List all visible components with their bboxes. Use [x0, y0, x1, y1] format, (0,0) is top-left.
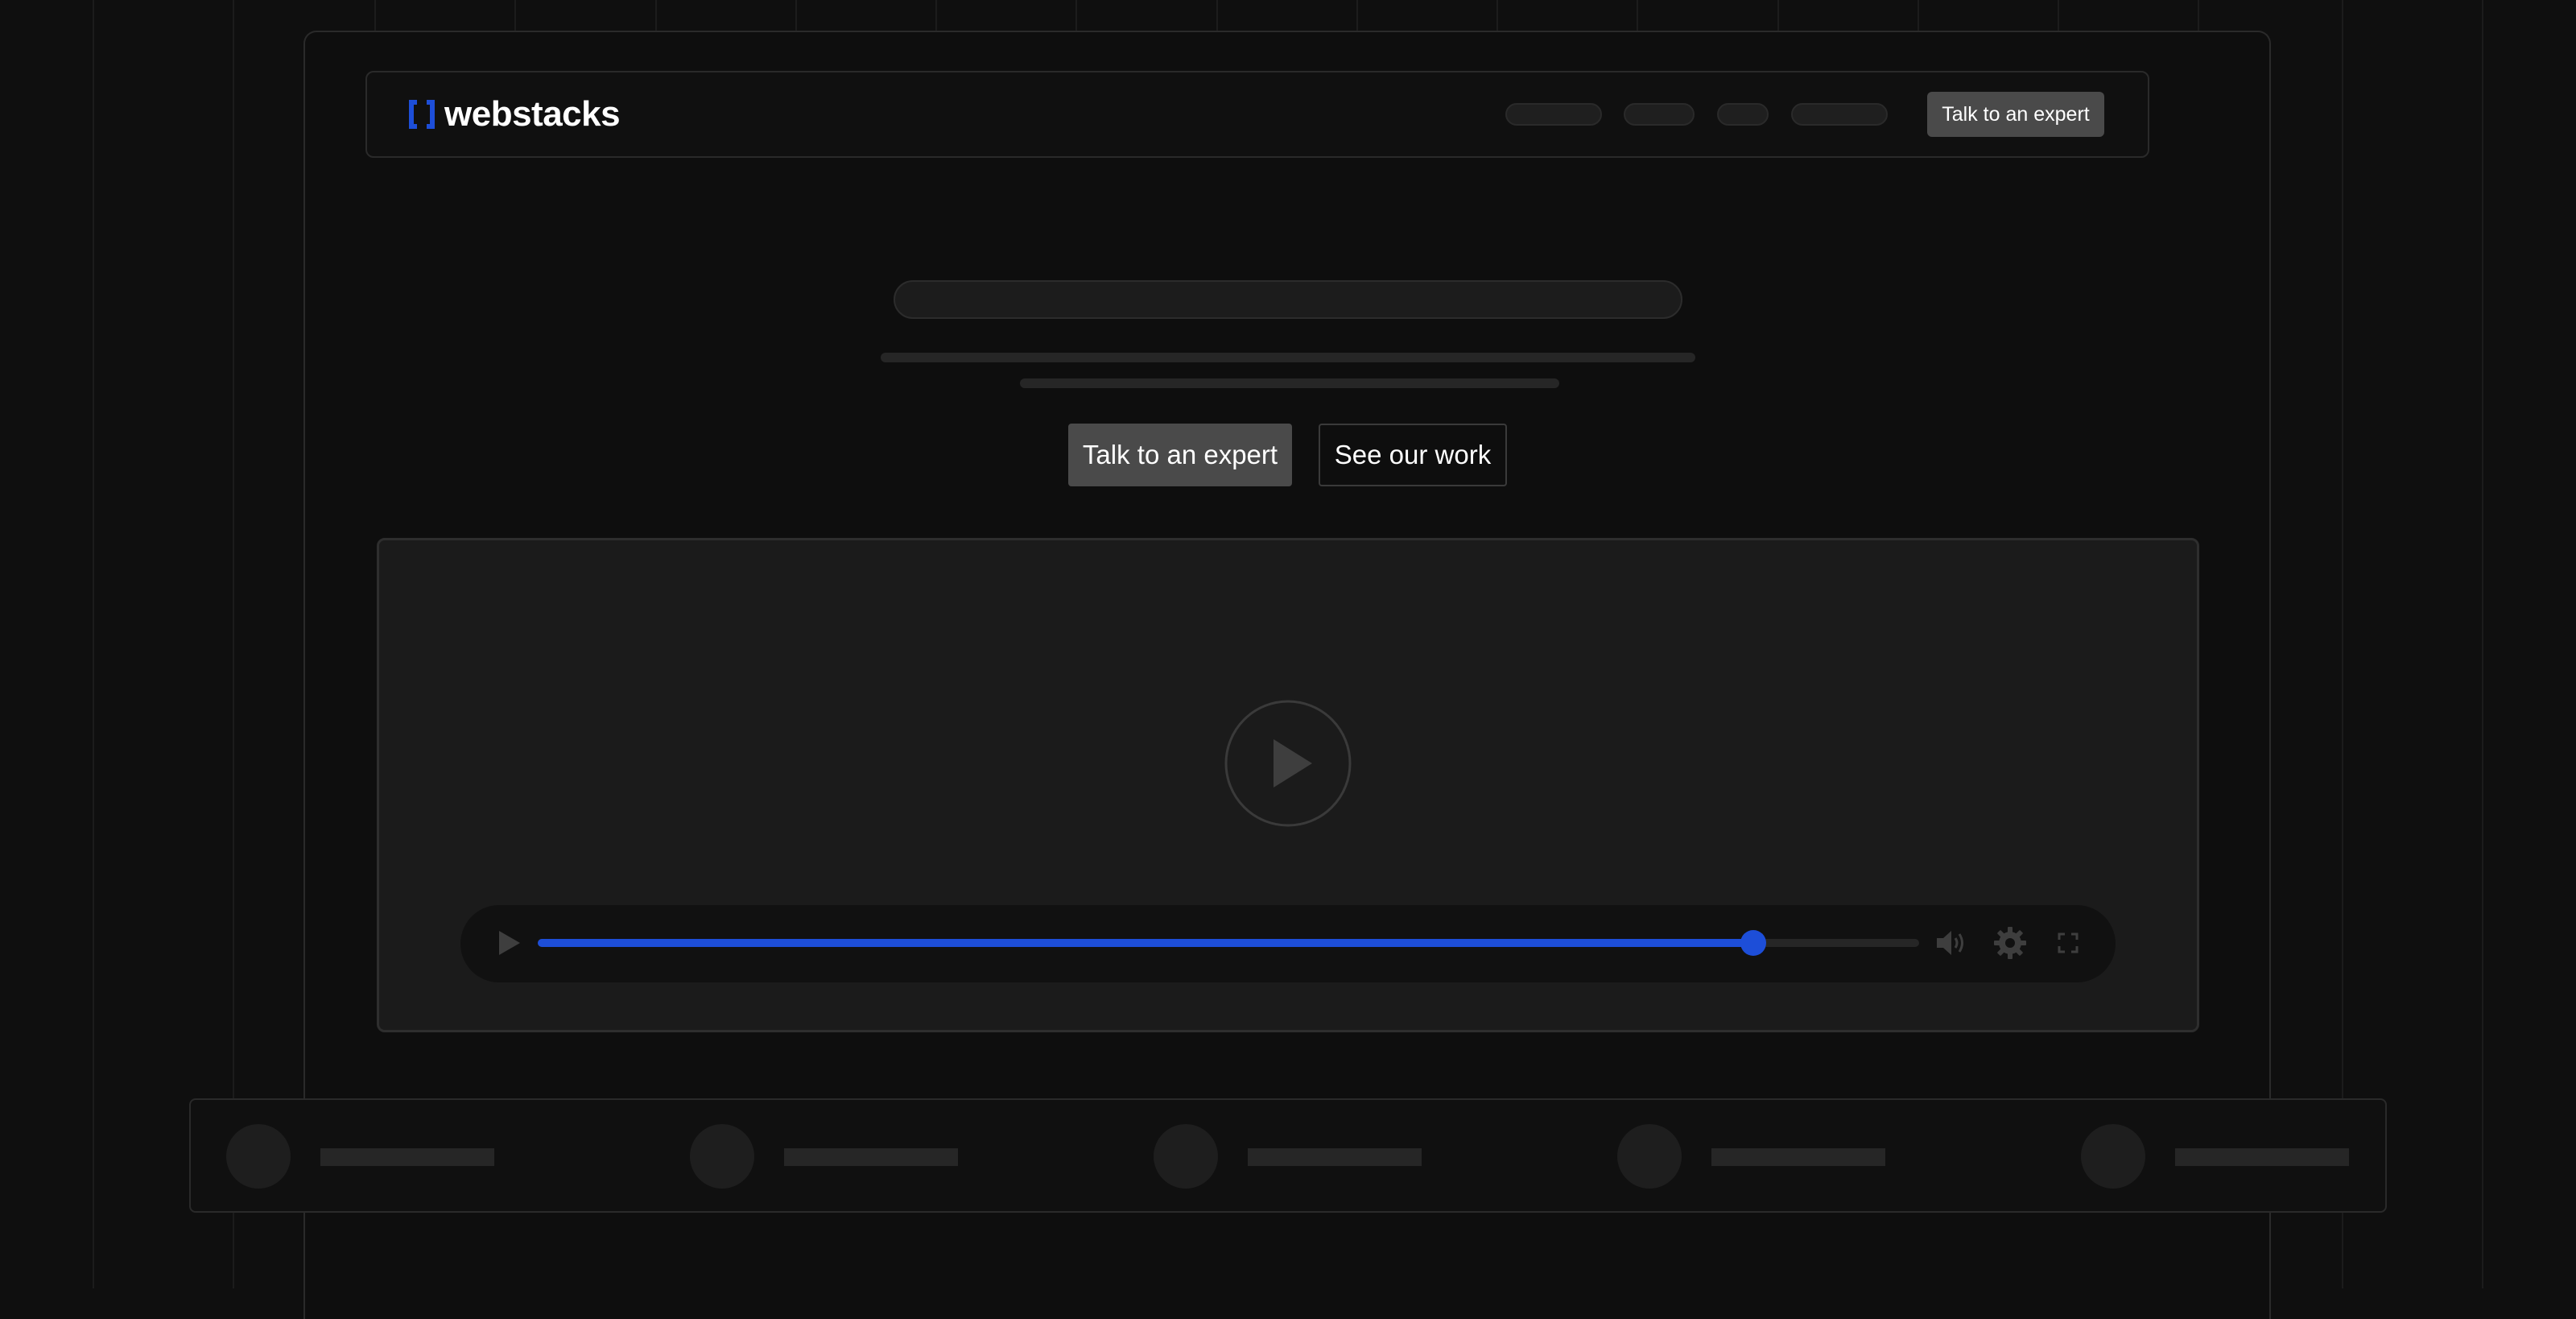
- progress-thumb[interactable]: [1740, 930, 1766, 956]
- progress-fill: [538, 939, 1753, 947]
- bracket-logo-icon: [409, 100, 435, 129]
- nav-talk-to-expert-button[interactable]: Talk to an expert: [1927, 92, 2104, 137]
- hero-subtitle-placeholder-1: [881, 353, 1695, 362]
- client-logo-placeholder-2: [690, 1124, 754, 1189]
- client-name-placeholder-3: [1248, 1148, 1422, 1166]
- client-name-placeholder-4: [1711, 1148, 1885, 1166]
- client-name-placeholder-2: [784, 1148, 958, 1166]
- hero-subtitle-placeholder-2: [1020, 378, 1559, 388]
- brand-name: webstacks: [444, 94, 621, 134]
- hero-talk-to-expert-button[interactable]: Talk to an expert: [1068, 424, 1292, 486]
- client-logo-placeholder-3: [1154, 1124, 1218, 1189]
- volume-icon[interactable]: [1935, 928, 1967, 958]
- nav-link-placeholder-1[interactable]: [1505, 103, 1602, 126]
- settings-icon[interactable]: [1993, 926, 2027, 960]
- client-logo-placeholder-1: [226, 1124, 291, 1189]
- see-our-work-button[interactable]: See our work: [1319, 424, 1507, 486]
- play-icon[interactable]: [493, 928, 523, 958]
- client-logo-placeholder-5: [2081, 1124, 2145, 1189]
- nav-link-placeholder-2[interactable]: [1624, 103, 1695, 126]
- fullscreen-icon[interactable]: [2058, 932, 2079, 953]
- big-play-icon[interactable]: [1224, 699, 1352, 828]
- client-name-placeholder-1: [320, 1148, 494, 1166]
- brand-logo[interactable]: webstacks: [407, 93, 621, 135]
- client-name-placeholder-5: [2175, 1148, 2349, 1166]
- nav-link-placeholder-3[interactable]: [1717, 103, 1769, 126]
- client-logo-placeholder-4: [1617, 1124, 1682, 1189]
- hero-title-placeholder: [894, 280, 1682, 319]
- nav-link-placeholder-4[interactable]: [1791, 103, 1888, 126]
